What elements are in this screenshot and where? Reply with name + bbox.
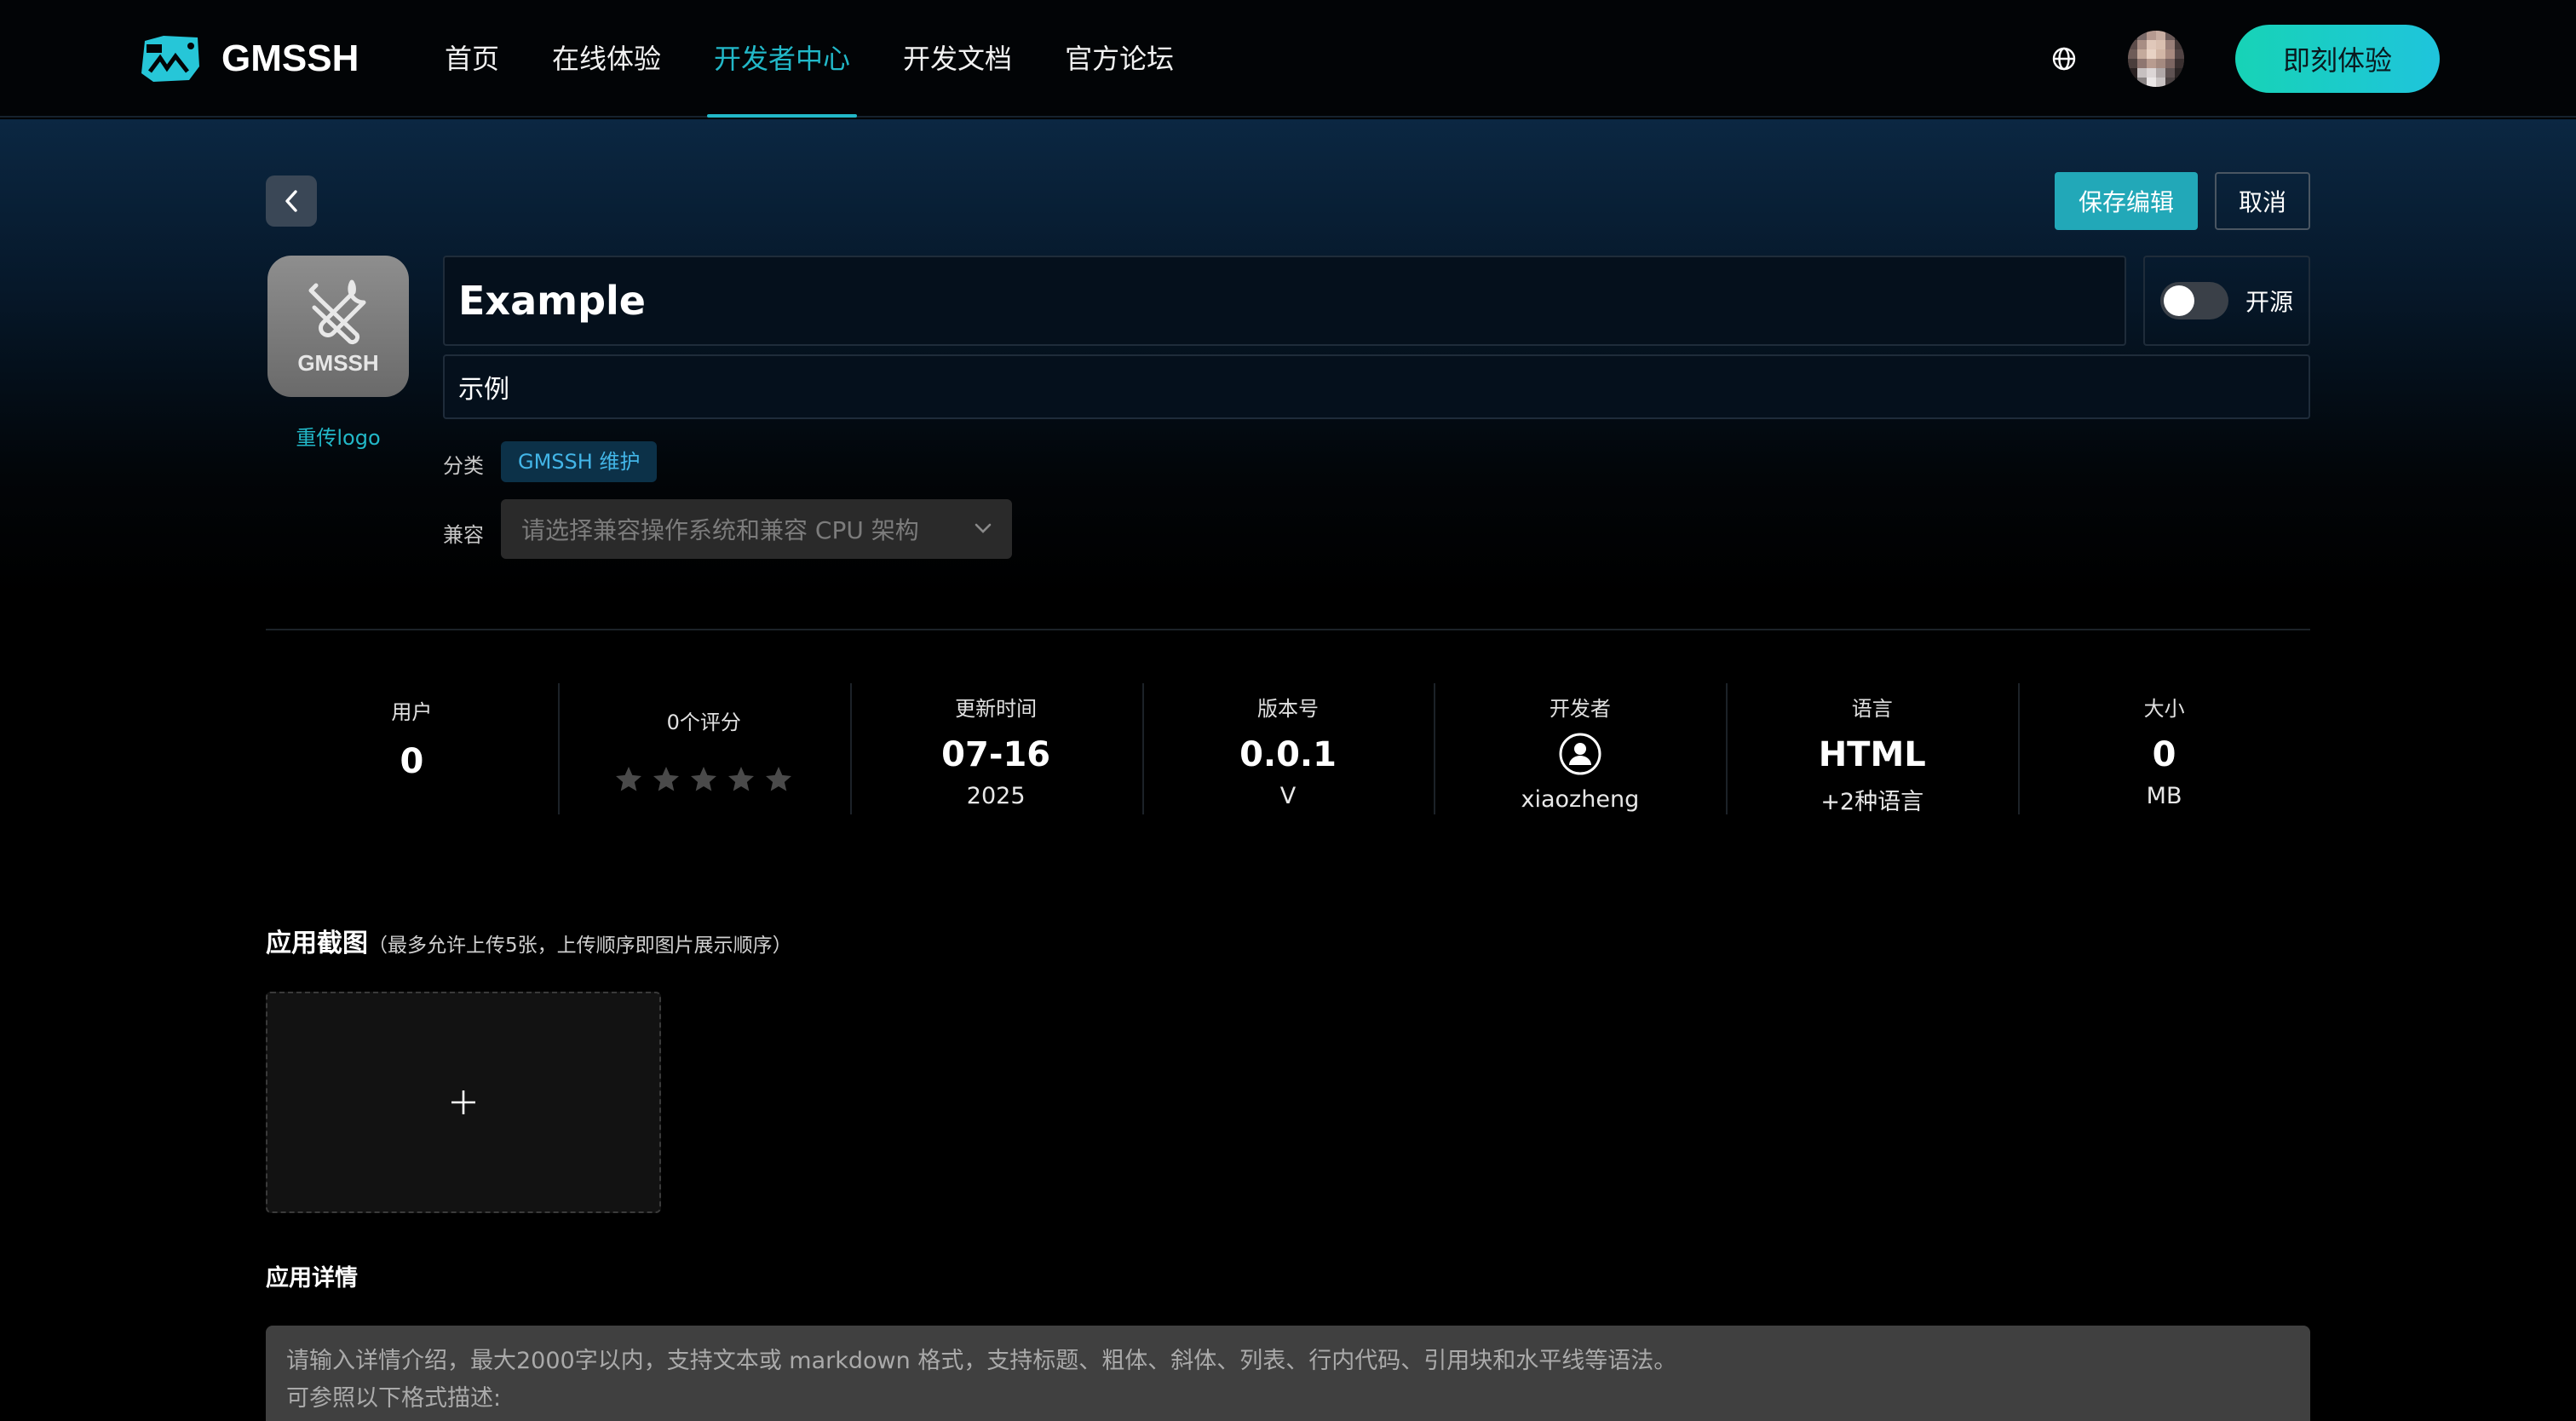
nav-item-online-trial[interactable]: 在线体验 <box>552 0 661 118</box>
nav-item-developer-center[interactable]: 开发者中心 <box>707 0 858 118</box>
app-stats: 用户 0 0个评分 更新时间 07-16 2025 版本号 0.0.1 V 开发… <box>266 683 2310 815</box>
nav-item-home[interactable]: 首页 <box>445 0 499 118</box>
app-name-input[interactable] <box>443 256 2126 346</box>
app-subtitle-input[interactable] <box>443 354 2310 419</box>
screenshots-note: （最多允许上传5张，上传顺序即图片展示顺序） <box>368 935 792 957</box>
plus-icon <box>451 1090 475 1114</box>
stat-updated-label: 更新时间 <box>955 697 1038 721</box>
stat-size-unit: MB <box>2146 783 2182 809</box>
app-logo-text: GMSSH <box>297 349 379 376</box>
category-tag[interactable]: GMSSH 维护 <box>501 441 658 482</box>
stat-size-label: 大小 <box>2143 697 2185 721</box>
screenshots-section-title: 应用截图（最多允许上传5张，上传顺序即图片展示顺序） <box>266 922 792 959</box>
stat-version-label: 版本号 <box>1257 697 1319 721</box>
compat-placeholder: 请选择兼容操作系统和兼容 CPU 架构 <box>521 516 919 544</box>
open-source-toggle-group: 开源 <box>2143 256 2310 346</box>
star-icon <box>616 767 642 791</box>
rating-stars <box>558 764 850 795</box>
stat-developer: 开发者 xiaozheng <box>1434 683 1726 814</box>
stat-users-value: 0 <box>400 742 424 781</box>
top-navigation-bar: GMSSH 首页 在线体验 开发者中心 开发文档 官方论坛 即刻体验 <box>0 0 2576 118</box>
stat-developer-label: 开发者 <box>1549 697 1611 721</box>
section-divider <box>266 629 2310 630</box>
open-source-toggle[interactable] <box>2160 282 2228 319</box>
back-button[interactable] <box>266 175 317 227</box>
globe-icon[interactable] <box>2050 44 2079 73</box>
main-nav: 首页 在线体验 开发者中心 开发文档 官方论坛 <box>445 0 1227 118</box>
brand-name: GMSSH <box>221 37 359 79</box>
star-icon <box>728 767 755 791</box>
stat-updated: 更新时间 07-16 2025 <box>849 683 1142 814</box>
stat-rating-label: 0个评分 <box>666 710 741 734</box>
stat-developer-name[interactable]: xiaozheng <box>1434 786 1726 813</box>
compat-select[interactable]: 请选择兼容操作系统和兼容 CPU 架构 <box>501 499 1012 559</box>
stat-language-value: HTML <box>1818 735 1926 774</box>
chevron-left-icon <box>285 190 297 212</box>
star-icon <box>653 767 680 791</box>
star-icon <box>691 767 717 791</box>
user-avatar[interactable] <box>2128 31 2184 87</box>
save-edit-button[interactable]: 保存编辑 <box>2055 172 2198 230</box>
stat-size: 大小 0 MB <box>2018 683 2310 814</box>
cancel-button[interactable]: 取消 <box>2215 172 2310 230</box>
details-title: 应用详情 <box>266 1265 358 1292</box>
user-circle-icon[interactable] <box>1558 732 1602 776</box>
stat-language: 语言 HTML +2种语言 <box>1726 683 2018 815</box>
nav-item-dev-docs[interactable]: 开发文档 <box>903 0 1012 118</box>
stat-users-label: 用户 <box>391 700 433 724</box>
try-now-button[interactable]: 即刻体验 <box>2235 25 2440 93</box>
stat-language-label: 语言 <box>1851 697 1893 721</box>
stat-version-prefix: V <box>1279 783 1297 809</box>
stat-language-more: +2种语言 <box>1820 789 1924 815</box>
tools-icon <box>308 279 366 344</box>
compat-label: 兼容 <box>443 523 484 547</box>
stat-updated-year: 2025 <box>966 783 1026 809</box>
details-textarea[interactable]: 请输入详情介绍，最大2000字以内，支持文本或 markdown 格式，支持标题… <box>266 1326 2310 1421</box>
brand-logo[interactable]: GMSSH <box>138 32 359 85</box>
app-logo: GMSSH <box>267 256 409 397</box>
chevron-down-icon <box>975 523 992 533</box>
stat-rating: 0个评分 <box>557 683 850 814</box>
reupload-logo-link[interactable]: 重传logo <box>267 421 409 451</box>
stat-version: 版本号 0.0.1 V <box>1141 683 1435 814</box>
star-icon <box>766 767 792 791</box>
stat-size-value: 0 <box>2152 735 2176 774</box>
open-source-label: 开源 <box>2245 288 2294 316</box>
toggle-knob <box>2164 285 2194 316</box>
stat-updated-value: 07-16 <box>941 735 1051 774</box>
stat-version-value: 0.0.1 <box>1239 735 1337 774</box>
stat-users: 用户 0 <box>266 683 558 814</box>
screenshot-upload-area[interactable] <box>266 992 661 1213</box>
category-label: 分类 <box>443 454 484 478</box>
screenshots-title: 应用截图 <box>266 929 368 958</box>
nav-item-forum[interactable]: 官方论坛 <box>1065 0 1174 118</box>
gmssh-logo-icon <box>141 36 199 82</box>
